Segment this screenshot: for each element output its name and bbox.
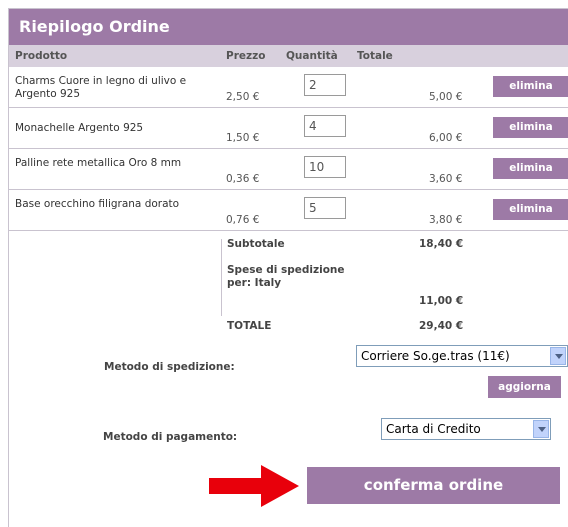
table-row: Monachelle Argento 925 1,50 € 4 6,00 € e… (9, 108, 568, 149)
column-quantity: Quantità (286, 50, 338, 62)
table-row: Base orecchino filigrana dorato 0,76 € 5… (9, 190, 568, 231)
product-name: Palline rete metallica Oro 8 mm (15, 157, 182, 169)
column-product: Prodotto (15, 50, 68, 62)
update-button[interactable]: aggiorna (488, 376, 561, 398)
shipping-method-select[interactable]: Corriere So.ge.tras (11€) (356, 345, 568, 367)
order-summary-panel: Riepilogo Ordine Prodotto Prezzo Quantit… (8, 8, 568, 527)
product-price: 0,76 € (226, 214, 260, 226)
chevron-down-icon (550, 347, 566, 365)
shipping-method-value: Corriere So.ge.tras (11€) (361, 349, 510, 363)
line-total: 3,60 € (429, 173, 463, 185)
table-row: Charms Cuore in legno di ulivo e Argento… (9, 67, 568, 108)
arrow-right-icon (209, 465, 299, 511)
confirm-order-button[interactable]: conferma ordine (307, 467, 560, 504)
product-name: Monachelle Argento 925 (15, 122, 144, 134)
shipping-method-label: Metodo di spedizione: (104, 361, 235, 373)
chevron-down-icon (533, 420, 549, 438)
subtotal-label: Subtotale (227, 238, 285, 250)
column-price: Prezzo (226, 50, 266, 62)
line-total: 3,80 € (429, 214, 463, 226)
subtotal-value: 18,40 € (419, 238, 464, 250)
remove-button[interactable]: elimina (493, 199, 568, 220)
quantity-input[interactable]: 2 (304, 74, 346, 96)
line-total: 5,00 € (429, 91, 463, 103)
table-row: Palline rete metallica Oro 8 mm 0,36 € 1… (9, 149, 568, 190)
panel-title: Riepilogo Ordine (9, 9, 568, 45)
shipping-cost-label: Spese di spedizione per: Italy (227, 264, 345, 289)
product-price: 2,50 € (226, 91, 260, 103)
table-header: Prodotto Prezzo Quantità Totale (9, 45, 568, 67)
column-total: Totale (357, 50, 393, 62)
product-name: Charms Cuore in legno di ulivo e Argento… (15, 75, 187, 100)
remove-button[interactable]: elimina (493, 76, 568, 97)
quantity-input[interactable]: 4 (304, 115, 346, 137)
line-total: 6,00 € (429, 132, 463, 144)
payment-method-label: Metodo di pagamento: (103, 431, 238, 443)
remove-button[interactable]: elimina (493, 158, 568, 179)
column-divider (221, 239, 222, 316)
payment-method-select[interactable]: Carta di Credito (381, 418, 551, 440)
quantity-input[interactable]: 5 (304, 197, 346, 219)
shipping-cost-value: 11,00 € (419, 295, 464, 307)
payment-method-value: Carta di Credito (386, 422, 481, 436)
remove-button[interactable]: elimina (493, 117, 568, 138)
quantity-input[interactable]: 10 (304, 156, 346, 178)
product-price: 0,36 € (226, 173, 260, 185)
product-price: 1,50 € (226, 132, 260, 144)
product-name: Base orecchino filigrana dorato (15, 198, 180, 210)
total-value: 29,40 € (419, 320, 464, 332)
total-label: TOTALE (227, 320, 272, 332)
